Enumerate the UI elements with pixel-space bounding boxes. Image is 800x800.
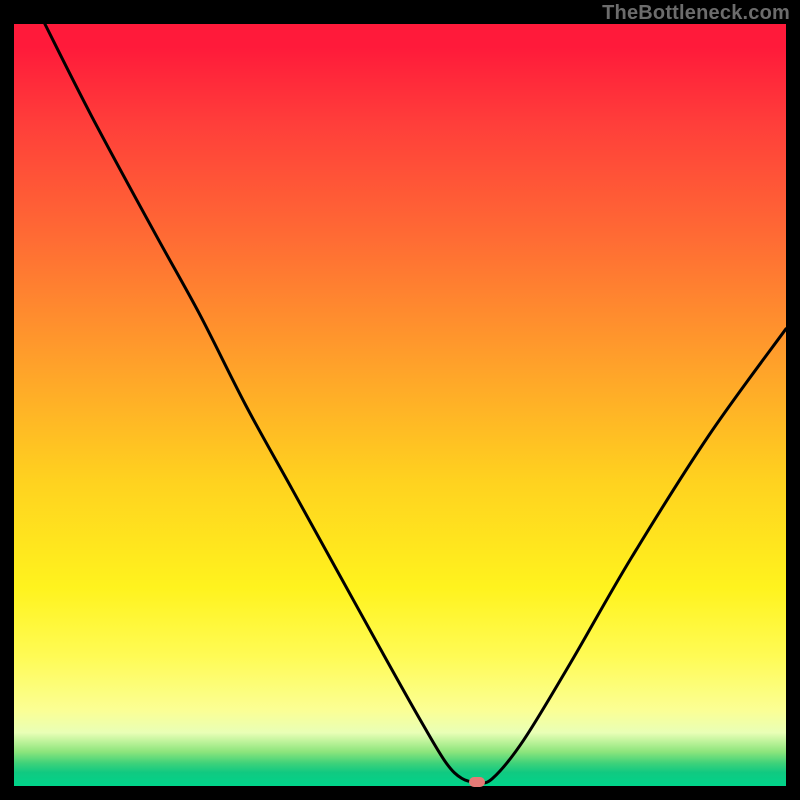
watermark-text: TheBottleneck.com	[602, 2, 790, 25]
plot-area	[14, 24, 786, 786]
chart-frame: TheBottleneck.com	[0, 0, 800, 800]
bottleneck-curve	[14, 24, 786, 786]
optimal-point-marker	[469, 777, 485, 787]
